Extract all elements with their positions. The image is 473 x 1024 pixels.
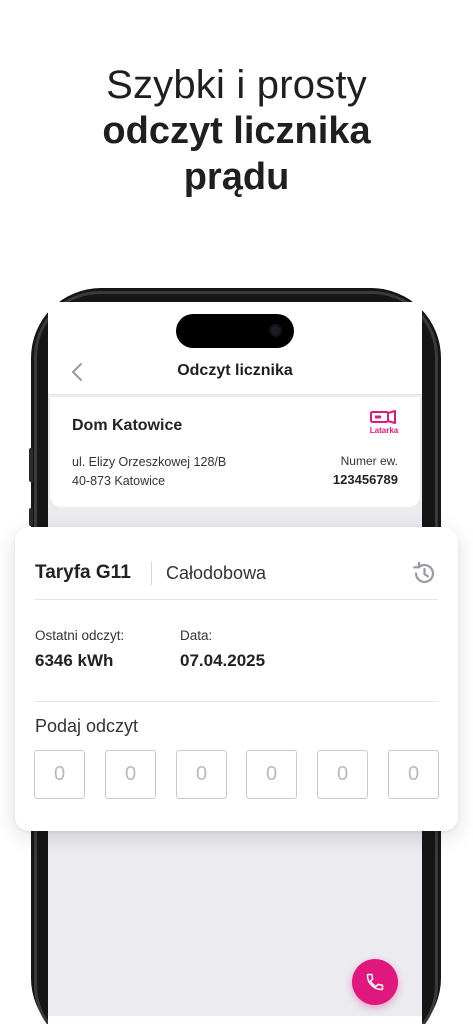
- divider: [151, 561, 152, 585]
- flashlight-label: Latarka: [369, 426, 399, 435]
- divider: [35, 701, 438, 702]
- call-button[interactable]: [352, 959, 398, 1005]
- last-reading-label: Ostatni odczyt:: [35, 628, 125, 643]
- tariff-mode: Całodobowa: [166, 563, 267, 583]
- meter-number-value: 123456789: [332, 472, 398, 487]
- headline-line-3: prądu: [183, 156, 290, 198]
- digit-input-2[interactable]: 0: [105, 750, 156, 799]
- address-line-1: ul. Elizy Orzeszkowej 128/B: [72, 455, 227, 469]
- digit-input-6[interactable]: 0: [388, 750, 439, 799]
- camera-icon: [269, 324, 282, 337]
- headline-line-1: Szybki i prosty: [106, 63, 367, 107]
- phone-side-button: [29, 448, 33, 482]
- date-label: Data:: [180, 628, 213, 643]
- digit-input-5[interactable]: 0: [317, 750, 368, 799]
- date-value: 07.04.2025: [180, 651, 266, 670]
- headline-line-2: odczyt licznika: [102, 110, 371, 152]
- reading-digit-inputs: 0 0 0 0 0 0: [34, 750, 439, 799]
- meter-number-label: Numer ew.: [340, 454, 398, 468]
- location-name: Dom Katowice: [72, 417, 183, 434]
- phone-icon: [366, 973, 384, 991]
- flashlight-button[interactable]: Latarka: [368, 410, 400, 440]
- digit-input-3[interactable]: 0: [176, 750, 227, 799]
- address-line-2: 40-873 Katowice: [72, 474, 166, 488]
- location-address: ul. Elizy Orzeszkowej 128/B 40-873 Katow…: [72, 453, 226, 491]
- digit-input-4[interactable]: 0: [246, 750, 297, 799]
- flashlight-icon: [370, 410, 396, 424]
- divider: [35, 599, 438, 600]
- page-title: Odczyt licznika: [177, 362, 293, 379]
- reading-input-label: Podaj odczyt: [35, 716, 139, 736]
- promo-headline: Szybki i prosty odczyt licznika prądu: [0, 62, 473, 200]
- phone-side-button: [29, 508, 33, 526]
- digit-input-1[interactable]: 0: [34, 750, 85, 799]
- last-reading-value: 6346 kWh: [35, 651, 114, 670]
- history-icon[interactable]: [411, 560, 438, 587]
- tariff-name: Taryfa G11: [35, 562, 131, 583]
- bottom-bar: [48, 1016, 422, 1024]
